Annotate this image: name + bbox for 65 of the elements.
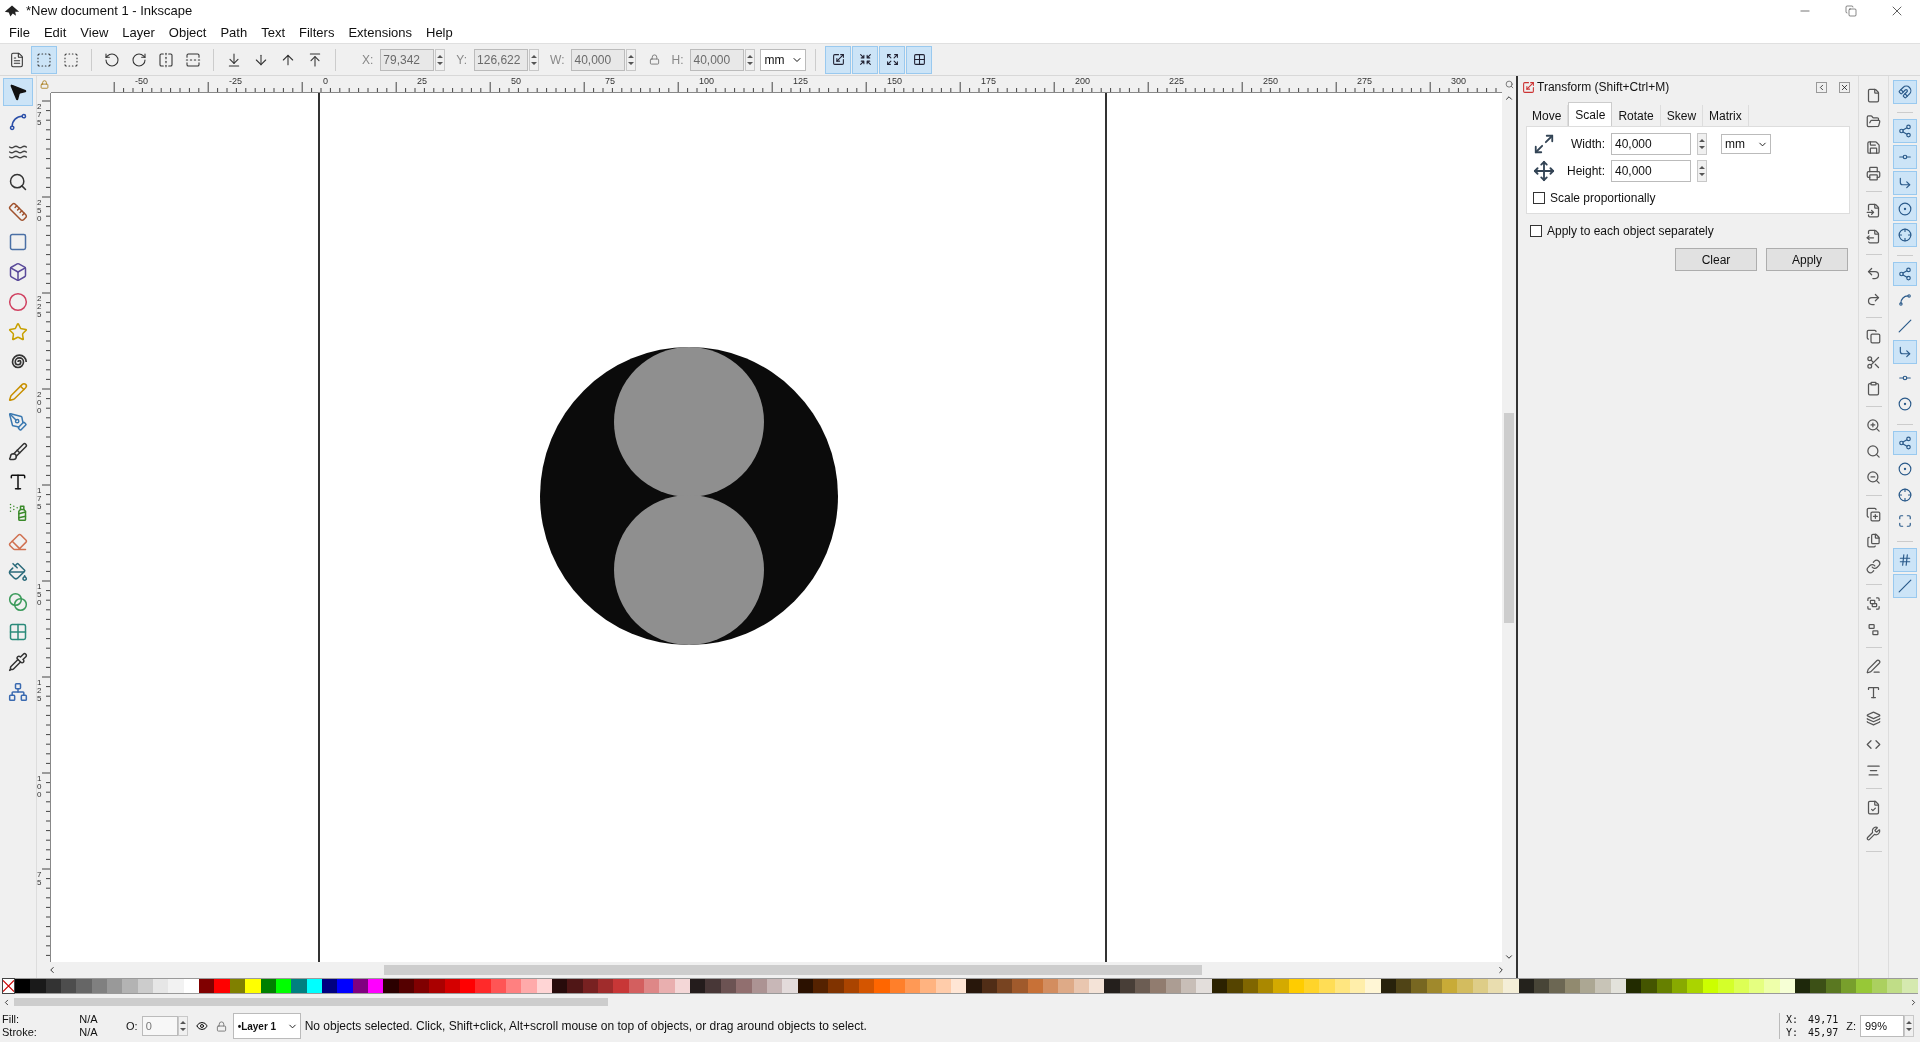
stroke-value: N/A xyxy=(79,1026,99,1039)
opacity-field[interactable]: 0 xyxy=(141,1016,178,1036)
field-label: Width: xyxy=(1570,136,1605,153)
menu-item[interactable]: Filters xyxy=(292,22,342,43)
menu-item[interactable]: View xyxy=(73,22,116,43)
unit-dropdown[interactable]: mm xyxy=(1721,134,1771,154)
dialog-title: Transform (Shift+Ctrl+M) xyxy=(1537,79,1670,96)
ruler-label: 250 xyxy=(37,199,43,223)
ruler-label: 125 xyxy=(793,76,809,86)
menu-item[interactable]: Edit xyxy=(36,22,74,43)
field-label: Y: xyxy=(456,51,468,69)
ruler-label: 275 xyxy=(1357,76,1373,86)
fill-label: Fill: xyxy=(2,1013,21,1026)
window-title: *New document 1 - Inkscape xyxy=(26,2,193,21)
ruler-label: 150 xyxy=(887,76,903,86)
ruler-label: 175 xyxy=(37,487,43,511)
cursor-label: X: xyxy=(1786,1013,1799,1026)
checkbox-label: Apply to each object separately xyxy=(1547,223,1714,240)
ruler-label: 0 xyxy=(323,76,328,86)
field-label: X: xyxy=(362,51,374,69)
ruler-label: 300 xyxy=(1451,76,1467,86)
cursor-value: 49,71 xyxy=(1808,1013,1839,1026)
unit-dropdown[interactable]: mm xyxy=(760,48,807,71)
fill-value: N/A xyxy=(79,1013,99,1026)
dialog-button[interactable]: Apply xyxy=(1766,248,1848,271)
ruler-label: 100 xyxy=(699,76,715,86)
field-label: W: xyxy=(550,51,565,69)
ruler-label: 250 xyxy=(1263,76,1279,86)
ruler-label: 125 xyxy=(37,679,43,703)
ruler-label: 100 xyxy=(37,775,43,799)
checkbox-label: Scale proportionally xyxy=(1550,190,1656,207)
ruler-label: 25 xyxy=(417,76,427,86)
zoom-label: Z: xyxy=(1846,1018,1856,1034)
value-field[interactable]: 40,000 xyxy=(1611,160,1691,182)
menu-item[interactable]: Help xyxy=(419,22,460,43)
zoom-field[interactable]: 99% xyxy=(1860,1015,1904,1037)
ruler-label: 50 xyxy=(511,76,521,86)
cursor-value: 45,97 xyxy=(1808,1026,1839,1039)
ruler-label: -50 xyxy=(135,76,148,86)
dialog-tab[interactable]: Scale xyxy=(1568,102,1613,126)
field-label: Height: xyxy=(1565,163,1605,180)
ruler-label: 225 xyxy=(37,295,43,319)
menu-item[interactable]: Path xyxy=(213,22,255,43)
menu-item[interactable]: Extensions xyxy=(341,22,419,43)
menu-item[interactable]: Layer xyxy=(115,22,162,43)
opacity-label: O: xyxy=(126,1018,138,1034)
field-label: H: xyxy=(671,51,684,69)
menu-item[interactable]: Object xyxy=(161,22,214,43)
layer-dropdown[interactable]: •Layer 1 xyxy=(232,1013,301,1039)
status-message: No objects selected. Click, Shift+click, Alt+scroll mouse on top of objects, or drag around objects to select. xyxy=(304,1018,867,1035)
stroke-label: Stroke: xyxy=(2,1026,38,1039)
value-field[interactable]: 40,000 xyxy=(1611,133,1691,155)
ruler-label: 275 xyxy=(37,103,43,127)
cursor-label: Y: xyxy=(1786,1026,1799,1039)
menu-item[interactable]: File xyxy=(2,22,37,43)
ruler-label: -25 xyxy=(229,76,242,86)
menu-item[interactable]: Text xyxy=(254,22,292,43)
dialog-button[interactable]: Clear xyxy=(1675,248,1757,271)
ruler-label: 150 xyxy=(37,583,43,607)
ruler-label: 75 xyxy=(605,76,615,86)
ruler-label: 200 xyxy=(1075,76,1091,86)
ruler-label: 75 xyxy=(37,871,43,887)
ruler-label: 225 xyxy=(1169,76,1185,86)
ruler-label: 200 xyxy=(37,391,43,415)
ruler-label: 175 xyxy=(981,76,997,86)
